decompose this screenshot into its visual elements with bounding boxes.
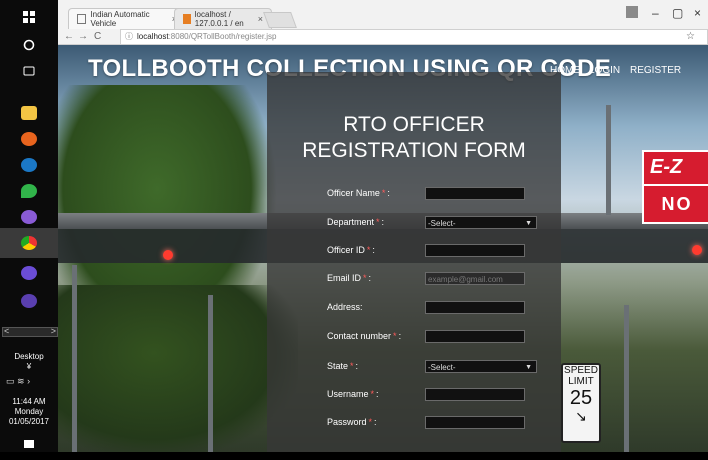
arrow-down-right-icon: ↘ (575, 408, 587, 424)
url-path: :8080/QRTollBooth/register.jsp (168, 32, 277, 41)
url-host: localhost (137, 32, 169, 41)
department-select[interactable]: -Select- ▼ (425, 216, 537, 229)
state-select[interactable]: -Select- ▼ (425, 360, 537, 373)
nav-register[interactable]: REGISTER (630, 65, 681, 76)
address-bar[interactable]: ⓘ localhost:8080/QRTollBooth/register.js… (120, 29, 708, 45)
tray-expand-icon[interactable]: › (27, 376, 30, 386)
pole (606, 105, 611, 215)
chevron-down-icon: ▼ (525, 220, 532, 227)
contact-number-input[interactable] (425, 330, 525, 343)
tab-title: localhost / 127.0.0.1 / en (194, 10, 244, 28)
web-page: E-Z NO SPEED LIMIT 25 ↘ TOLLBOOTH COLLEC… (58, 45, 708, 452)
clock-time[interactable]: 11:44 AM (0, 397, 58, 407)
email-label: Email ID *: (327, 273, 372, 283)
scroll-right-icon[interactable]: > (51, 326, 56, 336)
page-icon (77, 14, 87, 24)
system-tray: ▭ ≋ › (6, 376, 54, 388)
contact-number-label: Contact number *: (327, 331, 402, 341)
address-label: Address: (327, 302, 363, 312)
app-icon-media[interactable] (0, 258, 58, 288)
desktop-label[interactable]: Desktop (0, 352, 58, 362)
ez-pass-sign: E-Z (642, 150, 708, 186)
task-view-icon[interactable] (0, 56, 58, 86)
officer-id-label: Officer ID *: (327, 245, 375, 255)
registration-panel: RTO OFFICER REGISTRATION FORM Officer Na… (267, 72, 561, 452)
traffic-light-icon (163, 250, 173, 260)
email-input[interactable]: example@gmail.com (425, 272, 525, 285)
form-title: RTO OFFICER REGISTRATION FORM (302, 113, 526, 162)
officer-id-input[interactable] (425, 244, 525, 257)
address-input[interactable] (425, 301, 525, 314)
app-icon-store[interactable] (0, 286, 58, 316)
tab-title: Indian Automatic Vehicle (90, 10, 150, 28)
reload-icon[interactable]: C (94, 31, 101, 42)
close-tab-icon[interactable]: × (258, 14, 263, 24)
no-sign: NO (642, 184, 708, 224)
taskbar-scrollbar[interactable]: < > (2, 326, 58, 337)
username-input[interactable] (425, 388, 525, 401)
background-tree (58, 285, 298, 452)
tab-indian-automatic-vehicle[interactable]: Indian Automatic Vehicle × (68, 8, 186, 29)
state-label: State *: (327, 361, 359, 371)
nav-login[interactable]: LOGIN (589, 65, 620, 76)
new-tab-button[interactable] (263, 12, 297, 28)
chevron-down-icon: ▼ (525, 364, 532, 371)
phpmyadmin-icon (183, 14, 191, 24)
pole (72, 265, 77, 452)
windows-start-icon[interactable] (0, 2, 58, 32)
speed-limit-sign: SPEED LIMIT 25 ↘ (561, 363, 601, 443)
bookmark-star-icon[interactable]: ☆ (686, 31, 695, 42)
minimize-icon[interactable]: – (652, 6, 659, 20)
chrome-icon[interactable] (0, 228, 58, 258)
close-window-icon[interactable]: × (694, 6, 701, 20)
chevron-down-icon: ¥ (26, 362, 32, 371)
officer-name-label: Officer Name *: (327, 188, 390, 198)
user-profile-icon[interactable] (626, 6, 638, 18)
pole (208, 295, 213, 452)
pole (624, 305, 629, 452)
notifications-icon[interactable] (0, 430, 58, 460)
wifi-icon[interactable]: ≋ (17, 376, 25, 386)
back-icon[interactable]: ← (64, 31, 74, 42)
tab-localhost[interactable]: localhost / 127.0.0.1 / en × (174, 8, 272, 29)
battery-icon[interactable]: ▭ (6, 376, 15, 386)
windows-taskbar: < > Desktop ¥ ▭ ≋ › 11:44 AM Monday 01/0… (0, 0, 58, 452)
scroll-left-icon[interactable]: < (4, 326, 9, 336)
info-icon[interactable]: ⓘ (125, 30, 133, 44)
traffic-light-icon (692, 245, 702, 255)
browser-chrome: Indian Automatic Vehicle × localhost / 1… (58, 0, 708, 45)
officer-name-input[interactable] (425, 187, 525, 200)
clock-day: Monday (14, 407, 44, 416)
clock-date: 01/05/2017 (8, 417, 50, 426)
username-label: Username *: (327, 389, 379, 399)
forward-icon[interactable]: → (78, 31, 88, 42)
department-label: Department *: (327, 217, 385, 227)
password-label: Password *: (327, 417, 377, 427)
password-input[interactable] (425, 416, 525, 429)
maximize-icon[interactable]: ▢ (672, 6, 683, 20)
